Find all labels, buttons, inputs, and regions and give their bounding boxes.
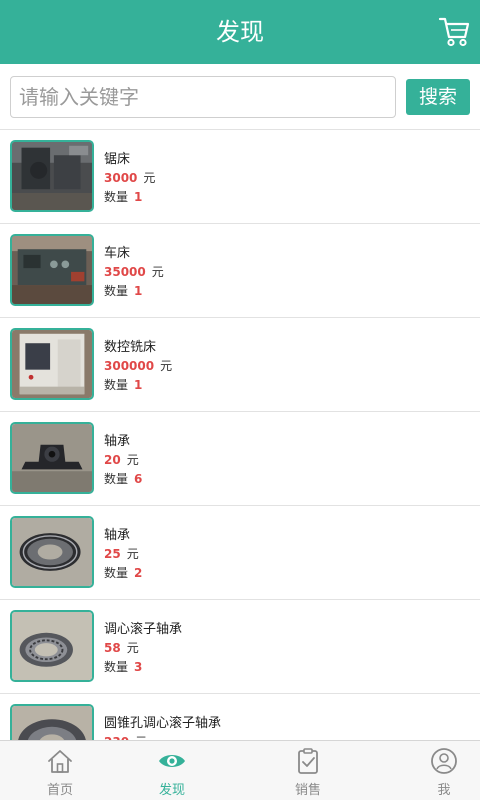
currency-label: 元 — [126, 547, 139, 561]
product-image — [10, 704, 94, 740]
product-image — [10, 328, 94, 400]
item-price-line: 58 元 — [104, 639, 182, 658]
qty-label: 数量 — [104, 566, 129, 580]
product-image — [10, 516, 94, 588]
item-info: 车床 35000 元 数量 1 — [104, 244, 164, 301]
clipboard-check-icon — [298, 748, 318, 774]
qty-label: 数量 — [104, 472, 129, 486]
currency-label: 元 — [143, 171, 156, 185]
item-info: 锯床 3000 元 数量 1 — [104, 150, 155, 207]
item-qty: 3 — [134, 660, 143, 674]
item-info: 数控铣床 300000 元 数量 1 — [104, 338, 172, 395]
item-qty: 1 — [134, 190, 143, 204]
item-price: 300000 — [104, 359, 155, 373]
list-item[interactable]: 车床 35000 元 数量 1 — [0, 224, 480, 318]
list-item[interactable]: 锯床 3000 元 数量 1 — [0, 130, 480, 224]
qty-label: 数量 — [104, 660, 129, 674]
item-price-line: 35000 元 — [104, 263, 164, 282]
tab-label: 首页 — [46, 783, 73, 798]
product-image — [10, 140, 94, 212]
product-image — [10, 422, 94, 494]
item-name: 车床 — [104, 246, 131, 261]
item-price-line: 20 元 — [104, 451, 142, 470]
list-item[interactable]: 数控铣床 300000 元 数量 1 — [0, 318, 480, 412]
list-item[interactable]: 轴承 25 元 数量 2 — [0, 506, 480, 600]
search-button[interactable]: 搜索 — [406, 79, 470, 115]
top-bar: 发现 — [0, 0, 480, 64]
item-name: 数控铣床 — [104, 340, 157, 355]
item-price: 25 — [104, 547, 121, 561]
list-item[interactable]: 调心滚子轴承 58 元 数量 3 — [0, 600, 480, 694]
search-input[interactable] — [10, 76, 396, 118]
currency-label: 元 — [126, 453, 139, 467]
item-info: 调心滚子轴承 58 元 数量 3 — [104, 620, 182, 677]
tab-label: 销售 — [294, 783, 321, 798]
cart-icon[interactable] — [438, 14, 470, 48]
item-price-line: 25 元 — [104, 545, 142, 564]
tab-label: 我 — [437, 783, 451, 798]
item-price-line: 3000 元 — [104, 169, 155, 188]
tab-me[interactable]: 我 — [384, 741, 480, 800]
item-name: 轴承 — [104, 528, 131, 543]
tab-discover[interactable]: 发现 — [112, 741, 232, 800]
item-info: 轴承 25 元 数量 2 — [104, 526, 142, 583]
item-qty-line: 数量 6 — [104, 470, 142, 489]
item-qty-line: 数量 2 — [104, 564, 142, 583]
currency-label: 元 — [151, 265, 164, 279]
item-qty: 1 — [134, 284, 143, 298]
item-price: 20 — [104, 453, 121, 467]
item-name: 轴承 — [104, 434, 131, 449]
product-image — [10, 610, 94, 682]
eye-icon — [159, 755, 185, 767]
item-name: 调心滚子轴承 — [104, 622, 183, 637]
item-price: 58 — [104, 641, 121, 655]
qty-label: 数量 — [104, 284, 129, 298]
item-qty-line: 数量 3 — [104, 658, 182, 677]
item-qty: 1 — [134, 378, 143, 392]
item-qty-line: 数量 1 — [104, 376, 172, 395]
item-info: 圆锥孔调心滚子轴承 230元 数量 — [104, 714, 221, 740]
item-name: 锯床 — [104, 152, 131, 167]
currency-label: 元 — [126, 641, 139, 655]
currency-label: 元 — [160, 359, 173, 373]
page-title: 发现 — [216, 18, 264, 46]
item-qty: 2 — [134, 566, 143, 580]
item-price: 35000 — [104, 265, 146, 279]
product-image — [10, 234, 94, 306]
product-list: 锯床 3000 元 数量 1 车床 35000 元 数量 1 数控铣床 3000… — [0, 130, 480, 740]
item-qty-line: 数量 1 — [104, 188, 155, 207]
home-icon — [48, 750, 72, 773]
search-bar: 搜索 — [0, 64, 480, 130]
tab-sales[interactable]: 销售 — [248, 741, 368, 800]
item-qty-line: 数量 1 — [104, 282, 164, 301]
tab-home[interactable]: 首页 — [0, 741, 120, 800]
list-item[interactable]: 圆锥孔调心滚子轴承 230元 数量 — [0, 694, 480, 740]
item-qty: 6 — [134, 472, 143, 486]
qty-label: 数量 — [104, 190, 129, 204]
item-price-line: 300000 元 — [104, 357, 172, 376]
tab-label: 发现 — [158, 783, 185, 798]
item-info: 轴承 20 元 数量 6 — [104, 432, 142, 489]
item-price-line: 230元 — [104, 733, 221, 740]
list-item[interactable]: 轴承 20 元 数量 6 — [0, 412, 480, 506]
user-icon — [431, 748, 457, 774]
qty-label: 数量 — [104, 378, 129, 392]
bottom-tab-bar: 首页 发现 销售 我 — [0, 740, 480, 800]
item-price: 3000 — [104, 171, 138, 185]
item-name: 圆锥孔调心滚子轴承 — [104, 716, 222, 731]
